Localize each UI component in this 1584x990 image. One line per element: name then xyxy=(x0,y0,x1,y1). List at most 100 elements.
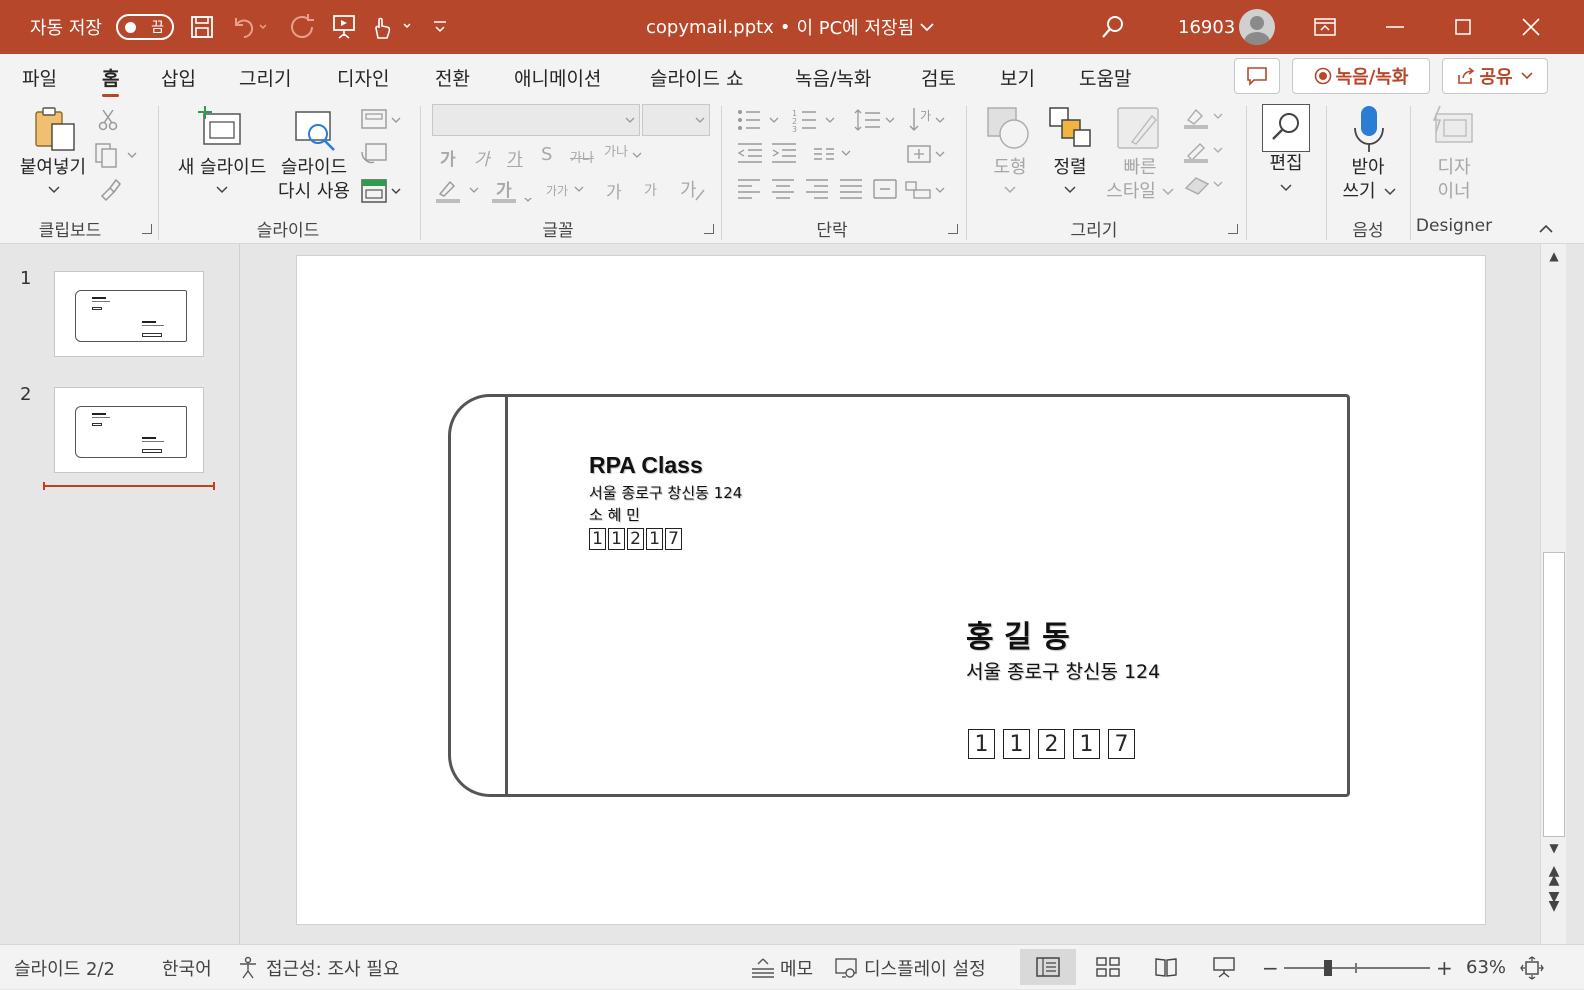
maximize-icon[interactable] xyxy=(1430,0,1496,54)
tab-slideshow[interactable]: 슬라이드 쇼 xyxy=(650,62,743,92)
line-spacing-icon[interactable] xyxy=(854,108,898,132)
redo-icon[interactable] xyxy=(288,0,316,54)
copy-icon[interactable] xyxy=(94,142,140,168)
shapes-label[interactable]: 도형 xyxy=(980,156,1040,180)
reading-view-button[interactable] xyxy=(1138,949,1194,985)
sender-person[interactable]: 소 혜 민 xyxy=(589,504,640,525)
reuse-slides-label-1[interactable]: 슬라이드 xyxy=(274,156,354,180)
format-painter-icon[interactable] xyxy=(96,176,122,202)
envelope-shape[interactable] xyxy=(448,394,1350,797)
next-slide-icon[interactable]: ▼ ▼ xyxy=(1544,890,1564,913)
slide-thumbnail-2[interactable] xyxy=(54,387,204,473)
vertical-scrollbar[interactable]: ▲ ▼ ▲ ▲ ▼ ▼ xyxy=(1540,244,1566,944)
tab-view[interactable]: 보기 xyxy=(1000,62,1035,92)
autosave-toggle[interactable]: 끔 xyxy=(116,0,174,54)
previous-slide-icon[interactable]: ▲ ▲ xyxy=(1544,864,1564,887)
editing-label[interactable]: 편집 xyxy=(1254,152,1318,176)
italic-button[interactable]: 가 xyxy=(474,145,490,170)
slideshow-view-button[interactable] xyxy=(1196,949,1252,985)
distributed-icon[interactable] xyxy=(872,178,898,200)
tab-transitions[interactable]: 전환 xyxy=(435,62,470,92)
fit-to-window-button[interactable] xyxy=(1520,945,1544,990)
bullets-icon[interactable] xyxy=(736,108,784,132)
slide-thumbnail-1[interactable] xyxy=(54,271,204,357)
shadow-button[interactable]: S xyxy=(541,144,552,165)
chevron-down-icon[interactable] xyxy=(1280,184,1292,192)
zoom-slider[interactable] xyxy=(1284,945,1430,990)
language-indicator[interactable]: 한국어 xyxy=(162,945,212,990)
quick-styles-icon[interactable] xyxy=(1116,106,1164,152)
tab-insert[interactable]: 삽입 xyxy=(161,62,196,92)
shape-outline-icon[interactable] xyxy=(1182,140,1228,164)
chevron-down-icon[interactable] xyxy=(1004,186,1016,194)
strikethrough-button[interactable]: 가나 xyxy=(570,147,594,166)
tab-home[interactable]: 홈 xyxy=(102,62,120,97)
chevron-down-icon[interactable] xyxy=(1064,186,1076,194)
quick-styles-label-1[interactable]: 빠른 xyxy=(1100,156,1180,180)
zoom-level[interactable]: 63% xyxy=(1466,945,1506,990)
document-title[interactable]: copymail.pptx • 이 PC에 저장됨 xyxy=(646,0,934,54)
designer-label-1[interactable]: 디자 xyxy=(1424,156,1484,180)
sender-name[interactable]: RPA Class xyxy=(589,452,703,479)
clear-formatting-icon[interactable]: 가 xyxy=(678,176,708,204)
font-launcher-icon[interactable] xyxy=(704,224,714,234)
zoom-out-button[interactable]: − xyxy=(1262,945,1279,990)
notes-button[interactable]: 메모 xyxy=(750,945,813,990)
tab-review[interactable]: 검토 xyxy=(921,62,956,92)
tab-record[interactable]: 녹음/녹화 xyxy=(795,62,871,92)
chevron-down-icon[interactable] xyxy=(1384,188,1396,196)
envelope-flap-line[interactable] xyxy=(505,394,508,797)
touch-mode-icon[interactable] xyxy=(370,0,414,54)
ribbon-display-options-icon[interactable] xyxy=(1292,0,1358,54)
drawing-launcher-icon[interactable] xyxy=(1228,224,1238,234)
present-from-start-icon[interactable] xyxy=(332,0,356,54)
dictate-label-2[interactable]: 쓰기 xyxy=(1334,180,1384,204)
align-left-icon[interactable] xyxy=(736,178,762,200)
reuse-slides-label-2[interactable]: 다시 사용 xyxy=(274,180,354,204)
tab-animations[interactable]: 애니메이션 xyxy=(514,62,601,92)
reset-slide-icon[interactable] xyxy=(360,142,388,166)
save-icon[interactable] xyxy=(190,0,214,54)
accessibility-button[interactable]: 접근성: 조사 필요 xyxy=(238,945,399,990)
bold-button[interactable]: 가 xyxy=(440,145,456,170)
increase-font-size-button[interactable]: 가 xyxy=(606,178,622,203)
reuse-slides-icon[interactable] xyxy=(292,108,342,152)
paste-icon[interactable] xyxy=(32,106,78,156)
align-center-icon[interactable] xyxy=(770,178,796,200)
sender-zip[interactable]: 1 1 2 1 7 xyxy=(589,528,682,550)
clipboard-launcher-icon[interactable] xyxy=(142,224,152,234)
arrange-icon[interactable] xyxy=(1046,104,1094,150)
account-avatar[interactable] xyxy=(1239,0,1275,54)
close-icon[interactable] xyxy=(1498,0,1564,54)
microphone-icon[interactable] xyxy=(1352,104,1386,154)
underline-button[interactable]: 가 xyxy=(507,145,523,170)
arrange-label[interactable]: 정렬 xyxy=(1040,156,1100,180)
align-right-icon[interactable] xyxy=(804,178,830,200)
paragraph-launcher-icon[interactable] xyxy=(948,224,958,234)
comments-button[interactable] xyxy=(1234,58,1280,94)
numbering-icon[interactable]: 123 xyxy=(792,108,840,132)
cut-icon[interactable] xyxy=(96,108,120,132)
scroll-down-icon[interactable]: ▼ xyxy=(1544,838,1564,858)
scroll-thumb[interactable] xyxy=(1543,552,1565,837)
align-text-icon[interactable] xyxy=(904,142,950,166)
zoom-slider-thumb[interactable] xyxy=(1324,959,1332,976)
shape-effects-icon[interactable] xyxy=(1182,174,1228,198)
tab-help[interactable]: 도움말 xyxy=(1079,62,1131,92)
recipient-address[interactable]: 서울 종로구 창신동 124 xyxy=(966,657,1160,684)
record-button[interactable]: 녹음/녹화 xyxy=(1292,58,1430,94)
chevron-down-icon[interactable] xyxy=(574,186,584,193)
new-slide-icon[interactable] xyxy=(196,106,244,148)
new-slide-label[interactable]: 새 슬라이드 xyxy=(172,156,272,180)
paste-button-label[interactable]: 붙여넣기 xyxy=(16,156,90,180)
designer-icon[interactable] xyxy=(1430,104,1476,150)
display-settings-button[interactable]: 디스플레이 설정 xyxy=(834,945,986,990)
increase-indent-icon[interactable] xyxy=(770,142,798,164)
font-name-combo[interactable] xyxy=(432,104,640,136)
section-icon[interactable] xyxy=(360,178,404,204)
search-icon[interactable] xyxy=(1100,0,1126,54)
highlight-icon[interactable] xyxy=(434,178,482,204)
font-size-combo[interactable] xyxy=(642,104,710,136)
shapes-icon[interactable] xyxy=(986,106,1034,150)
chevron-down-icon[interactable] xyxy=(48,186,60,194)
